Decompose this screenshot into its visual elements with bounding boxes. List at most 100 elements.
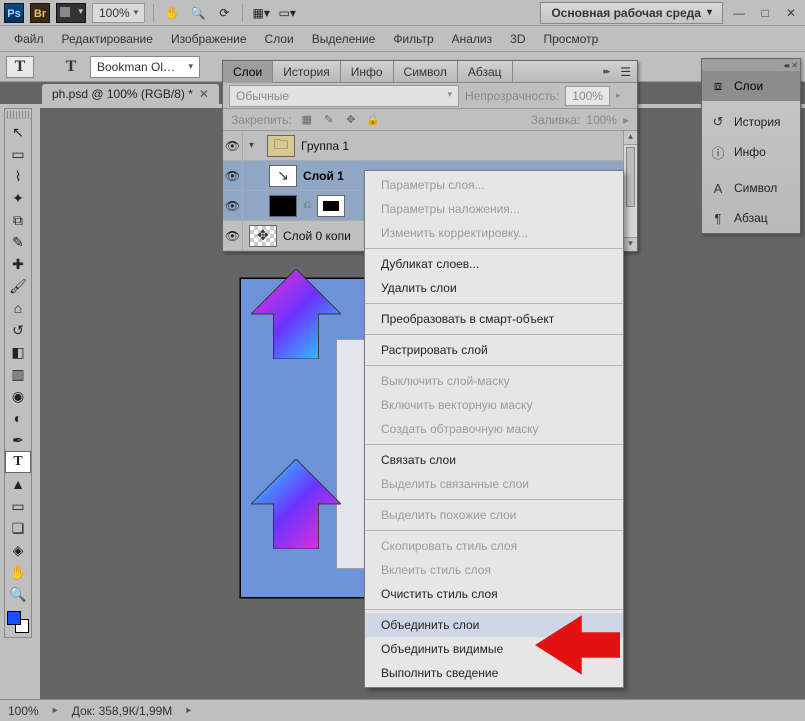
menu-filter[interactable]: Фильтр (385, 28, 441, 50)
move-tool-icon[interactable]: ↖ (5, 121, 31, 143)
menu-file[interactable]: Файл (6, 28, 52, 50)
dock-panel-item[interactable]: AСимвол (702, 173, 800, 203)
layer-thumbnail[interactable] (269, 195, 297, 217)
arrange-docs-icon[interactable]: ▦▾ (251, 3, 271, 23)
rotate-view-icon[interactable]: ⟳ (214, 3, 234, 23)
blend-mode-dropdown[interactable]: Обычные (229, 85, 459, 107)
panel-tab-character[interactable]: Символ (394, 61, 458, 83)
lock-position-icon[interactable]: ✥ (344, 113, 358, 127)
lock-all-icon[interactable]: 🔒 (366, 113, 380, 127)
context-menu-item[interactable]: Связать слои (365, 448, 623, 472)
layer-thumbnail[interactable]: ↘ (269, 165, 297, 187)
layer-row-group[interactable]: 👁 ▾ 🗀 Группа 1 (223, 131, 637, 161)
marquee-tool-icon[interactable]: ▭ (5, 143, 31, 165)
shape-tool-icon[interactable]: ▭ (5, 495, 31, 517)
layer-thumbnail[interactable]: ✥ (249, 225, 277, 247)
dock-header[interactable]: ◂◂✕ (702, 59, 800, 71)
opacity-value[interactable]: 100% (565, 86, 610, 106)
panel-tab-history[interactable]: История (273, 61, 341, 83)
window-minimize-button[interactable]: — (729, 3, 749, 23)
group-twirl-icon[interactable]: ▾ (249, 140, 261, 151)
scroll-up-icon[interactable]: ▴ (624, 131, 637, 145)
menu-edit[interactable]: Редактирование (54, 28, 161, 50)
wand-tool-icon[interactable]: ✦ (5, 187, 31, 209)
dock-panel-item[interactable]: ↺История (702, 107, 800, 137)
visibility-toggle-icon[interactable]: 👁 (223, 161, 243, 190)
opacity-flyout-icon[interactable]: ▸ (616, 90, 621, 101)
layers-scrollbar[interactable]: ▴ ▾ (623, 131, 637, 251)
bridge-icon[interactable]: Br (30, 3, 50, 23)
visibility-toggle-icon[interactable]: 👁 (223, 191, 243, 220)
context-menu-item[interactable]: Растрировать слой (365, 338, 623, 362)
status-zoom[interactable]: 100% (8, 704, 39, 718)
pen-tool-icon[interactable]: ✒ (5, 429, 31, 451)
menu-view[interactable]: Просмотр (535, 28, 606, 50)
visibility-toggle-icon[interactable]: 👁 (223, 131, 243, 160)
context-menu-item[interactable]: Удалить слои (365, 276, 623, 300)
status-docinfo[interactable]: Док: 358,9К/1,99М (72, 704, 173, 718)
zoom-tool2-icon[interactable]: 🔍 (5, 583, 31, 605)
window-close-button[interactable]: ✕ (781, 3, 801, 23)
close-tab-icon[interactable]: ✕ (199, 87, 209, 101)
type-tool-icon[interactable]: T (5, 451, 31, 473)
dock-panel-item[interactable]: ¶Абзац (702, 203, 800, 233)
status-flyout-icon[interactable]: ▸ (53, 705, 58, 716)
photoshop-icon[interactable]: Ps (4, 3, 24, 23)
menu-image[interactable]: Изображение (163, 28, 255, 50)
crop-tool-icon[interactable]: ⧉ (5, 209, 31, 231)
color-swatches[interactable] (7, 611, 29, 633)
panel-tab-paragraph[interactable]: Абзац (458, 61, 513, 83)
menu-3d[interactable]: 3D (502, 28, 533, 50)
panel-grip[interactable] (7, 111, 29, 119)
path-select-tool-icon[interactable]: ▲ (5, 473, 31, 495)
fill-flyout-icon[interactable]: ▸ (623, 113, 629, 127)
stamp-tool-icon[interactable]: ⌂ (5, 297, 31, 319)
panel-collapse-icon[interactable]: ▸▸ (597, 66, 614, 77)
tool-preset-selector[interactable]: T (6, 56, 34, 78)
menu-separator (365, 530, 623, 531)
text-orientation-icon[interactable]: T (60, 56, 82, 78)
context-menu-item[interactable]: Преобразовать в смарт-объект (365, 307, 623, 331)
scroll-thumb[interactable] (626, 147, 635, 207)
hand-tool-icon[interactable]: ✋ (162, 3, 182, 23)
context-menu-item[interactable]: Очистить стиль слоя (365, 582, 623, 606)
panel-menu-icon[interactable]: ☰ (614, 65, 637, 79)
scroll-down-icon[interactable]: ▾ (624, 237, 637, 251)
gradient-tool-icon[interactable]: ▥ (5, 363, 31, 385)
document-tab[interactable]: ph.psd @ 100% (RGB/8) * ✕ (42, 84, 219, 104)
window-maximize-button[interactable]: □ (755, 3, 775, 23)
minibridge-icon[interactable] (56, 3, 86, 23)
fg-color-swatch[interactable] (7, 611, 21, 625)
eyedropper-tool-icon[interactable]: ✎ (5, 231, 31, 253)
dodge-tool-icon[interactable]: ◐ (5, 407, 31, 429)
menu-layers[interactable]: Слои (257, 28, 302, 50)
3d-tool-icon[interactable]: ❏ (5, 517, 31, 539)
lock-pixels-icon[interactable]: ▦ (300, 113, 314, 127)
hand-tool2-icon[interactable]: ✋ (5, 561, 31, 583)
menu-analysis[interactable]: Анализ (444, 28, 501, 50)
3d-camera-tool-icon[interactable]: ◈ (5, 539, 31, 561)
dock-panel-item[interactable]: ⓘИнфо (702, 137, 800, 167)
blur-tool-icon[interactable]: ◉ (5, 385, 31, 407)
healing-tool-icon[interactable]: ✚ (5, 253, 31, 275)
history-brush-icon[interactable]: ↺ (5, 319, 31, 341)
dock-panel-item[interactable]: ⧈Слои (702, 71, 800, 101)
font-family-dropdown[interactable]: Bookman Ol… (90, 56, 200, 78)
brush-tool-icon[interactable]: 🖌 (5, 275, 31, 297)
zoom-level-dropdown[interactable]: 100% (92, 3, 145, 23)
panel-tab-layers[interactable]: Слои (223, 61, 273, 83)
panel-tab-info[interactable]: Инфо (341, 61, 394, 83)
fill-value[interactable]: 100% (586, 113, 617, 127)
menu-select[interactable]: Выделение (304, 28, 384, 50)
layer-mask-thumbnail[interactable] (317, 195, 345, 217)
zoom-tool-icon[interactable]: 🔍 (188, 3, 208, 23)
layer-name[interactable]: Группа 1 (301, 139, 633, 153)
lock-brush-icon[interactable]: ✎ (322, 113, 336, 127)
visibility-toggle-icon[interactable]: 👁 (223, 221, 243, 250)
screen-mode-icon[interactable]: ▭▾ (277, 3, 297, 23)
eraser-tool-icon[interactable]: ◧ (5, 341, 31, 363)
workspace-switcher[interactable]: Основная рабочая среда (540, 2, 723, 24)
context-menu-item[interactable]: Дубликат слоев... (365, 252, 623, 276)
lasso-tool-icon[interactable]: ⌇ (5, 165, 31, 187)
status-docinfo-flyout-icon[interactable]: ▸ (186, 705, 191, 716)
